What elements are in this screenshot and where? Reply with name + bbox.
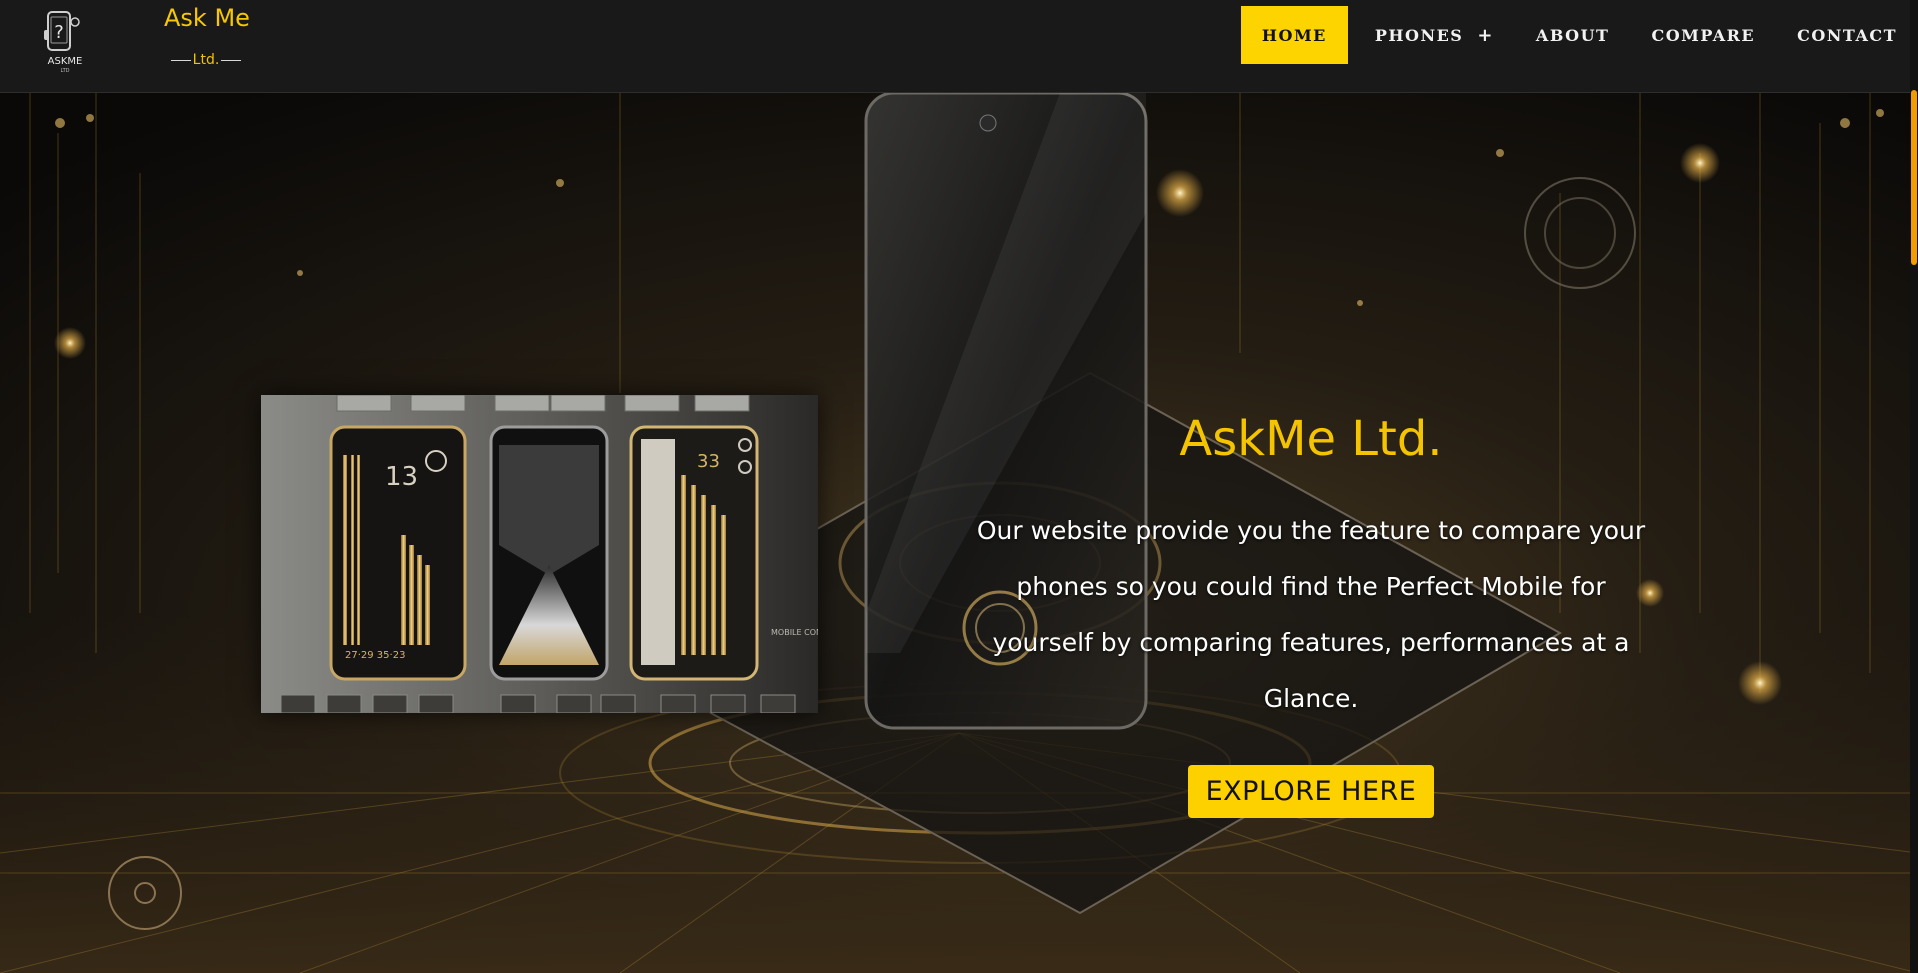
nav-contact-label: CONTACT (1797, 25, 1897, 45)
nav-home-label: HOME (1261, 25, 1327, 45)
showcase-stats: 27·29 35·23 (345, 650, 405, 661)
navbar: ? ASKME LTD Ask Me Ltd. HOME PHONES + AB… (0, 0, 1918, 93)
brand-sub: Ltd. (166, 52, 246, 68)
showcase-caption: MOBILE COMPARISON SECTION (771, 628, 818, 637)
hero-title: AskMe Ltd. (1179, 411, 1443, 467)
phone-question-icon: ? ASKME LTD (44, 11, 83, 74)
nav-phones[interactable]: PHONES + (1354, 6, 1515, 64)
showcase-clock-1: 13 (385, 462, 418, 492)
main-nav: HOME PHONES + ABOUT COMPARE CONTACT (1240, 6, 1918, 64)
nav-compare[interactable]: COMPARE (1630, 6, 1776, 64)
explore-button[interactable]: EXPLORE HERE (1187, 765, 1435, 818)
scrollbar[interactable] (1910, 0, 1918, 973)
nav-phones-label: PHONES (1374, 25, 1464, 45)
nav-home[interactable]: HOME (1240, 6, 1348, 64)
phones-showcase-image: 13 27·29 35·23 33 MOBILE COMPARISON SECT… (261, 395, 818, 713)
hero-section: 13 27·29 35·23 33 MOBILE COMPARISON SECT… (0, 93, 1918, 973)
showcase-clock-2: 33 (697, 451, 720, 472)
page: ? ASKME LTD Ask Me Ltd. HOME PHONES + AB… (0, 0, 1918, 973)
nav-contact[interactable]: CONTACT (1776, 6, 1918, 64)
logo-sub: LTD (60, 68, 69, 74)
svg-text:?: ? (54, 22, 64, 43)
logo-text: ASKME (48, 56, 83, 67)
brand[interactable]: Ask Me Ltd. (164, 4, 250, 68)
scrollbar-thumb[interactable] (1911, 90, 1917, 265)
nav-about-label: ABOUT (1535, 25, 1610, 45)
plus-icon[interactable]: + (1477, 25, 1494, 46)
hero-content: AskMe Ltd. Our website provide you the f… (952, 411, 1670, 818)
logo[interactable]: ? ASKME LTD (40, 8, 90, 74)
brand-name: Ask Me (164, 4, 250, 32)
nav-compare-label: COMPARE (1651, 25, 1756, 45)
nav-about[interactable]: ABOUT (1515, 6, 1631, 64)
brand-sub-label: Ltd. (192, 52, 220, 68)
hero-description: Our website provide you the feature to c… (976, 516, 1646, 713)
